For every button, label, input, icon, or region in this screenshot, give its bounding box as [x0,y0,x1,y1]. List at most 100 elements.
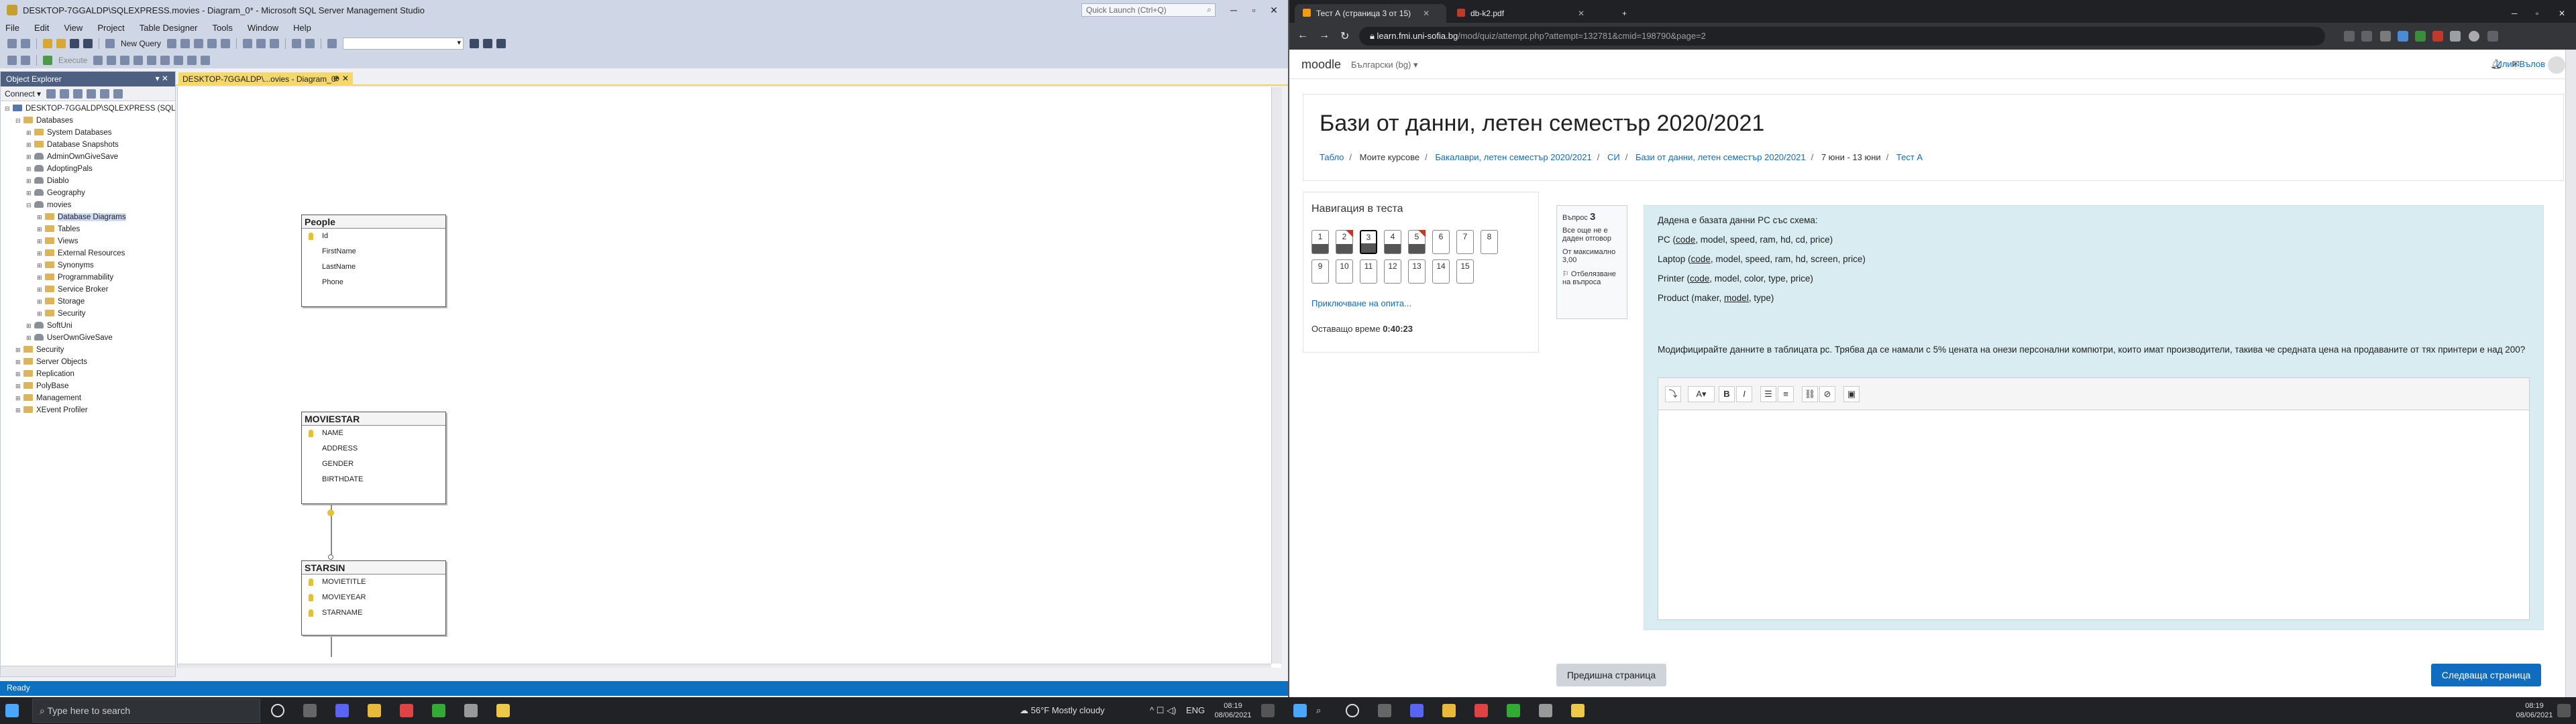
task-view-icon[interactable] [303,704,317,717]
search-icon-2[interactable]: ⌕ [1316,705,1321,716]
breadcrumb-dashboard[interactable]: Табло [1320,152,1344,162]
file-explorer-icon-2[interactable] [1442,704,1456,717]
activity-monitor-icon[interactable] [113,88,123,99]
canvas-horizontal-scrollbar[interactable] [178,664,1271,668]
cortana-icon-2[interactable] [1346,704,1359,717]
question-nav-button[interactable]: 9 [1311,259,1329,284]
chrome-icon-2[interactable] [1474,704,1488,717]
connect-icon[interactable] [46,88,56,99]
windows-start-icon[interactable] [5,704,19,717]
table-moviestar[interactable]: MOVIESTAR NAME ADDRESS GENDER BIRTHDATE [301,412,446,504]
stop-icon[interactable] [73,88,83,99]
object-explorer-pin-icon[interactable]: ▾ ✕ [156,74,168,83]
query-icon-4[interactable] [207,39,217,48]
browser-minimize-button[interactable]: ─ [2504,4,2524,23]
user-menu-name[interactable]: Илия Вълов [2496,59,2545,69]
copy-icon[interactable] [256,39,266,48]
puzzle-icon[interactable] [2450,31,2461,42]
tree-node[interactable]: ⊞ Server Objects [1,356,175,368]
solution-config-select[interactable] [343,38,464,50]
windows-start-icon-2[interactable] [1293,704,1307,717]
filter-icon[interactable] [87,88,97,99]
tree-node[interactable]: ⊞ Storage [1,296,175,308]
tree-node[interactable]: ⊞ Programmability [1,272,175,284]
tree-node[interactable]: ⊞ Synonyms [1,259,175,272]
question-nav-button[interactable]: 12 [1384,259,1401,284]
back-icon[interactable] [7,39,17,48]
tree-node[interactable]: ⊞ XEvent Profiler [1,404,175,416]
share-icon[interactable] [2344,31,2355,42]
question-nav-button[interactable]: 11 [1360,259,1377,284]
paste-icon[interactable] [270,39,280,48]
forward-arrow-icon[interactable]: → [1319,29,1330,42]
expand-toggle-icon[interactable]: ⊟ [26,199,34,211]
question-nav-button[interactable]: 13 [1408,259,1426,284]
toolbar-options-icon[interactable] [327,39,337,48]
cortana-icon[interactable] [271,704,284,717]
tab-pdf[interactable]: db-k2.pdf ✕ [1449,4,1610,23]
tab-close-icon[interactable]: ✕ [1578,9,1585,18]
canvas-vertical-scrollbar[interactable] [1271,87,1282,664]
breadcrumb-semester[interactable]: Бакалаври, летен семестър 2020/2021 [1435,152,1591,162]
undo-icon[interactable] [292,39,302,48]
expand-toggle-icon[interactable]: ⊞ [15,380,23,392]
new-table-icon[interactable] [107,56,117,65]
tree-node[interactable]: ⊞ Management [1,392,175,404]
query-icon-2[interactable] [180,39,191,48]
breadcrumb-quiz[interactable]: Тест А [1896,152,1923,162]
flag-question-toggle[interactable]: ⚐ Отбелязване на въпроса [1562,269,1621,286]
tab-close-icon[interactable]: ⊕ ✕ [333,74,349,83]
discord-icon[interactable] [335,704,349,717]
finish-attempt-link[interactable]: Приключване на опита... [1311,298,1411,308]
tree-node[interactable]: ⊞ Tables [1,223,175,235]
breadcrumb-week[interactable]: 7 юни - 13 юни [1821,152,1881,162]
extension-icon-2[interactable] [2398,31,2408,42]
question-nav-button[interactable]: 5 [1408,230,1426,254]
breadcrumb-my-courses[interactable]: Моите курсове [1360,152,1419,162]
redo-icon[interactable] [305,39,315,48]
connect-button[interactable]: Connect ▾ [5,89,41,99]
tree-node[interactable]: ⊞ Database Snapshots [1,139,175,151]
refresh-icon[interactable] [100,88,110,99]
breadcrumb-course[interactable]: Бази от данни, летен семестър 2020/2021 [1635,152,1806,162]
browser-close-button[interactable]: ✕ [2551,4,2571,23]
menu-dots-icon[interactable] [2487,31,2498,42]
table-starsin[interactable]: STARSIN MOVIETITLE MOVIEYEAR STARNAME [301,560,446,636]
close-button[interactable]: ✕ [1265,3,1283,17]
new-project-icon[interactable] [43,39,52,48]
expand-toggle-icon[interactable]: ⊞ [26,139,34,151]
expand-toggle-icon[interactable]: ⊞ [26,332,34,344]
tab-quiz[interactable]: Тест А (страница 3 от 15) ✕ [1295,4,1446,23]
query-icon-5[interactable] [221,39,231,48]
table-column[interactable]: NAME [302,426,445,441]
tree-node[interactable]: ⊞ AdminOwnGiveSave [1,151,175,163]
open-icon[interactable] [56,39,66,48]
expand-toggle-icon[interactable]: ⊞ [37,272,45,284]
view-icon[interactable] [201,56,211,65]
notes-icon-2[interactable] [1571,704,1585,717]
chrome-icon[interactable] [400,704,413,717]
layout-icon[interactable] [147,56,157,65]
language-select[interactable]: Български (bg) ▾ [1351,60,1417,70]
quick-launch-input[interactable]: Quick Launch (Ctrl+Q) ⌕ [1081,3,1216,17]
minimize-button[interactable]: ─ [1225,3,1242,17]
table-column[interactable]: FirstName [302,244,445,259]
next-page-button[interactable]: Следваща страница [2431,664,2541,686]
menu-file[interactable]: File [5,23,19,33]
table-column[interactable]: MOVIETITLE [302,575,445,590]
question-nav-button[interactable]: 4 [1384,230,1401,254]
tree-node[interactable]: ⊞ PolyBase [1,380,175,392]
expand-toggle-icon[interactable]: ⊞ [37,259,45,272]
menu-edit[interactable]: Edit [34,23,49,33]
question-nav-button[interactable]: 3 [1360,230,1377,254]
zoom-icon[interactable] [160,56,170,65]
tree-node[interactable]: ⊞ Replication [1,368,175,380]
tree-node[interactable]: ⊞ SoftUni [1,320,175,332]
add-table-icon[interactable] [120,56,130,65]
browser-maximize-button[interactable]: ▫ [2528,4,2548,23]
expand-toggle-icon[interactable]: ⊞ [26,175,34,187]
bullet-list-icon[interactable]: ☰ [1760,386,1776,402]
question-nav-button[interactable]: 1 [1311,230,1329,254]
tree-node[interactable]: ⊞ Service Broker [1,284,175,296]
forward-icon[interactable] [21,39,30,48]
